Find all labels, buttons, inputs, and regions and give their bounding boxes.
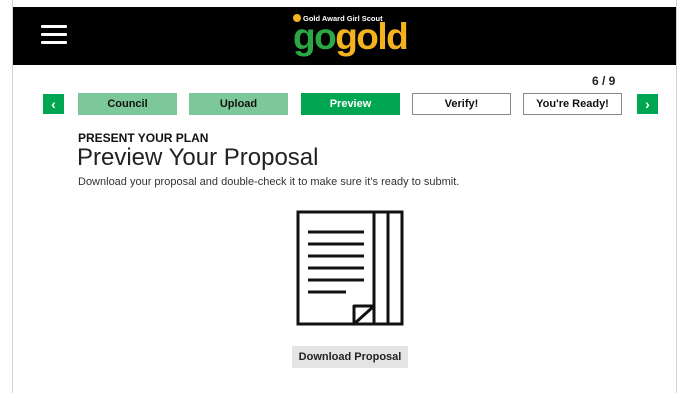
hamburger-menu-icon[interactable] bbox=[41, 25, 67, 45]
document-icon bbox=[296, 210, 404, 326]
step-youre-ready[interactable]: You're Ready! bbox=[523, 93, 622, 115]
step-upload[interactable]: Upload bbox=[189, 93, 288, 115]
logo-wordmark: gogold bbox=[293, 16, 409, 57]
site-header: Gold Award Girl Scout gogold bbox=[13, 7, 676, 65]
gogold-logo[interactable]: Gold Award Girl Scout gogold bbox=[293, 11, 413, 61]
step-verify[interactable]: Verify! bbox=[412, 93, 511, 115]
page-title: Preview Your Proposal bbox=[77, 144, 319, 171]
prev-step-button[interactable]: ‹ bbox=[43, 94, 64, 114]
download-proposal-button[interactable]: Download Proposal bbox=[292, 346, 408, 368]
step-preview[interactable]: Preview bbox=[301, 93, 400, 115]
step-council[interactable]: Council bbox=[78, 93, 177, 115]
section-eyebrow: PRESENT YOUR PLAN bbox=[78, 131, 209, 145]
chevron-left-icon: ‹ bbox=[51, 96, 56, 112]
page-description: Download your proposal and double-check … bbox=[78, 176, 460, 188]
chevron-right-icon: › bbox=[645, 96, 650, 112]
next-step-button[interactable]: › bbox=[637, 94, 658, 114]
step-counter: 6 / 9 bbox=[592, 74, 616, 88]
